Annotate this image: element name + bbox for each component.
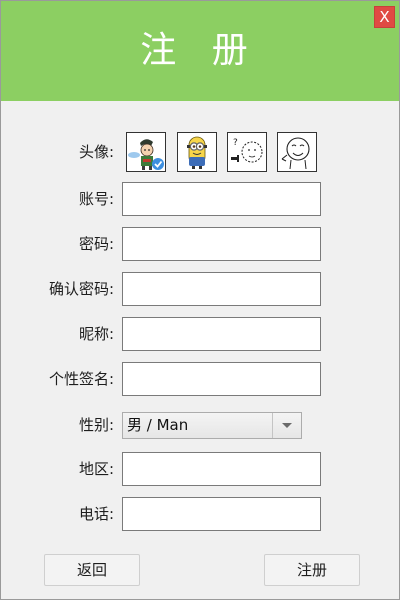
avatar-label: 头像:	[78, 143, 114, 161]
password-label: 密码:	[78, 235, 114, 253]
gender-label: 性别:	[78, 416, 114, 434]
close-button[interactable]: X	[374, 6, 395, 28]
confirm-password-label: 确认密码:	[48, 280, 114, 298]
back-button[interactable]: 返回	[44, 554, 140, 586]
password-input[interactable]	[122, 227, 321, 261]
account-input[interactable]	[122, 182, 321, 216]
gender-select-value: 男 / Man	[127, 416, 189, 434]
avatar-option-2[interactable]	[177, 132, 217, 172]
region-input[interactable]	[122, 452, 321, 486]
register-button[interactable]: 注册	[264, 554, 360, 586]
avatar-option-4[interactable]	[277, 132, 317, 172]
svg-text:?: ?	[233, 138, 238, 148]
register-window: 注 册 X 头像: ? 账号: 密码: 确认密码: 昵称: 个性签名: 性别: …	[0, 0, 400, 600]
account-label: 账号:	[78, 190, 114, 208]
nickname-label: 昵称:	[78, 325, 114, 343]
avatar-option-3[interactable]: ?	[227, 132, 267, 172]
confirm-password-input[interactable]	[122, 272, 321, 306]
phone-input[interactable]	[122, 497, 321, 531]
waving-face-avatar-icon	[278, 133, 316, 171]
signature-input[interactable]	[122, 362, 321, 396]
window-title: 注 册	[140, 30, 260, 71]
select-divider	[272, 413, 273, 438]
signature-label: 个性签名:	[48, 370, 114, 388]
region-label: 地区:	[78, 460, 114, 478]
boy-waving-avatar-icon	[127, 133, 165, 171]
question-face-avatar-icon: ?	[228, 133, 266, 171]
gender-select[interactable]: 男 / Man	[122, 412, 302, 439]
nickname-input[interactable]	[122, 317, 321, 351]
avatar-option-1[interactable]	[126, 132, 166, 172]
chevron-down-icon[interactable]	[282, 423, 292, 428]
phone-label: 电话:	[78, 505, 114, 523]
minion-avatar-icon	[178, 133, 216, 171]
